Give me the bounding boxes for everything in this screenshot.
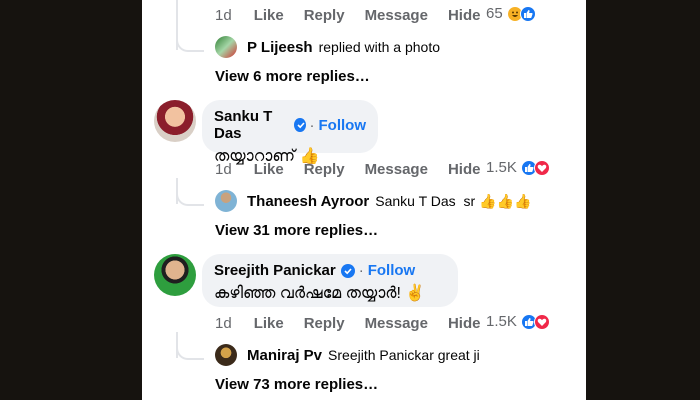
comment-author[interactable]: Sanku T Das bbox=[214, 108, 289, 142]
reply-author[interactable]: Thaneesh Ayroor bbox=[247, 193, 369, 210]
reaction-count: 1.5K bbox=[486, 313, 517, 330]
reply-button[interactable]: Reply bbox=[304, 7, 345, 24]
comment-time[interactable]: 1d bbox=[215, 315, 232, 332]
comment-actions: 1d Like Reply Message Hide bbox=[215, 3, 500, 27]
message-button[interactable]: Message bbox=[365, 161, 428, 178]
message-button[interactable]: Message bbox=[365, 315, 428, 332]
reply-text: replied with a photo bbox=[318, 39, 441, 55]
like-reaction-icon bbox=[519, 5, 536, 22]
reply-author[interactable]: Maniraj Pv bbox=[247, 347, 322, 364]
thread-curve bbox=[176, 342, 204, 360]
view-more-replies[interactable]: View 31 more replies… bbox=[215, 222, 378, 239]
thread-curve bbox=[176, 188, 204, 206]
separator-dot: · bbox=[309, 116, 315, 134]
comment-time[interactable]: 1d bbox=[215, 161, 232, 178]
avatar[interactable] bbox=[215, 190, 237, 212]
follow-button[interactable]: Follow bbox=[368, 262, 416, 279]
reaction-count: 65 bbox=[486, 5, 503, 22]
comment-bubble: Sreejith Panickar · Follow കഴിഞ്ഞ വർഷമേ … bbox=[202, 254, 458, 307]
comment-time[interactable]: 1d bbox=[215, 7, 232, 24]
avatar[interactable] bbox=[154, 100, 196, 142]
message-button[interactable]: Message bbox=[365, 7, 428, 24]
comment-bubble: Sanku T Das · Follow തയ്യാറാണ് 👍 bbox=[202, 100, 378, 165]
victory-hand-emoji: ✌️ bbox=[405, 285, 426, 302]
follow-button[interactable]: Follow bbox=[319, 117, 367, 134]
comments-panel: 1d Like Reply Message Hide 65 P Lijeesh … bbox=[142, 0, 586, 400]
comment-actions: 1d Like Reply Message Hide bbox=[215, 157, 500, 181]
like-button[interactable]: Like bbox=[254, 7, 284, 24]
verified-badge-icon bbox=[340, 263, 355, 278]
love-reaction-icon bbox=[533, 159, 550, 176]
avatar[interactable] bbox=[215, 36, 237, 58]
avatar[interactable] bbox=[215, 344, 237, 366]
comment-text: കഴിഞ്ഞ വർഷമേ തയ്യാർ! bbox=[214, 285, 401, 302]
thread-curve bbox=[176, 34, 204, 52]
hide-button[interactable]: Hide bbox=[448, 315, 481, 332]
view-more-replies[interactable]: View 73 more replies… bbox=[215, 376, 378, 393]
comment-actions: 1d Like Reply Message Hide bbox=[215, 311, 500, 335]
reply-preview[interactable]: Maniraj Pv Sreejith Panickar great ji bbox=[215, 344, 480, 366]
thumbs-up-emoji: 👍👍👍 bbox=[479, 192, 532, 209]
avatar[interactable] bbox=[154, 254, 196, 296]
reply-text: Sreejith Panickar great ji bbox=[328, 347, 480, 363]
reply-button[interactable]: Reply bbox=[304, 315, 345, 332]
reply-text: Sanku T Das sr bbox=[375, 193, 476, 209]
reply-button[interactable]: Reply bbox=[304, 161, 345, 178]
like-button[interactable]: Like bbox=[254, 315, 284, 332]
hide-button[interactable]: Hide bbox=[448, 161, 481, 178]
view-more-replies[interactable]: View 6 more replies… bbox=[215, 68, 370, 85]
love-reaction-icon bbox=[533, 313, 550, 330]
comment-author[interactable]: Sreejith Panickar bbox=[214, 262, 336, 279]
reaction-count: 1.5K bbox=[486, 159, 517, 176]
reply-preview[interactable]: P Lijeesh replied with a photo bbox=[215, 36, 440, 58]
reaction-summary[interactable]: 65 bbox=[486, 5, 536, 22]
like-button[interactable]: Like bbox=[254, 161, 284, 178]
reply-preview[interactable]: Thaneesh Ayroor Sanku T Das sr 👍👍👍 bbox=[215, 190, 531, 212]
separator-dot: · bbox=[358, 262, 364, 279]
reply-author[interactable]: P Lijeesh bbox=[247, 39, 313, 56]
reaction-summary[interactable]: 1.5K bbox=[486, 313, 550, 330]
verified-badge-icon bbox=[293, 118, 306, 132]
reaction-summary[interactable]: 1.5K bbox=[486, 159, 550, 176]
hide-button[interactable]: Hide bbox=[448, 7, 481, 24]
